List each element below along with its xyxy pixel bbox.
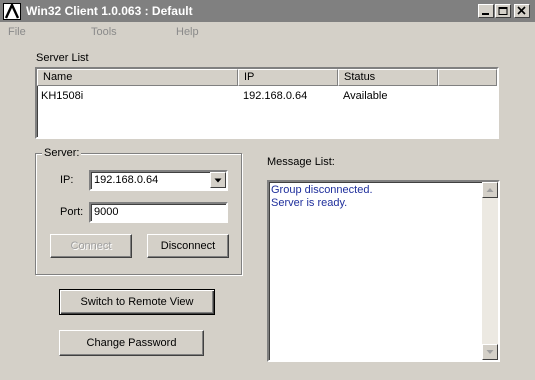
message-line: Group disconnected.	[271, 184, 373, 196]
ip-select[interactable]: 192.168.0.64	[89, 170, 228, 191]
maximize-button[interactable]	[495, 4, 511, 18]
minimize-button[interactable]	[478, 4, 494, 18]
ip-dropdown-button[interactable]	[210, 172, 226, 188]
scroll-down-button[interactable]	[482, 344, 498, 360]
switch-remote-view-button[interactable]: Switch to Remote View	[59, 289, 215, 315]
scroll-up-icon	[486, 188, 494, 192]
scroll-up-button[interactable]	[482, 182, 498, 198]
column-header-ip[interactable]: IP	[238, 69, 338, 86]
port-input[interactable]: 9000	[89, 202, 228, 223]
row-ip-cell: 192.168.0.64	[243, 90, 308, 102]
message-scrollbar[interactable]	[482, 182, 498, 360]
server-group-label: Server:	[42, 147, 82, 160]
message-list[interactable]: Group disconnected. Server is ready.	[267, 180, 500, 362]
column-header-status[interactable]: Status	[338, 69, 438, 86]
close-icon	[517, 6, 526, 15]
ip-select-value: 192.168.0.64	[94, 174, 159, 186]
server-list-label: Server List	[36, 52, 89, 64]
scroll-down-icon	[486, 350, 494, 354]
column-header-name[interactable]: Name	[37, 69, 238, 86]
message-line: Server is ready.	[271, 197, 348, 209]
menu-tools[interactable]: Tools	[91, 26, 117, 39]
change-password-button[interactable]: Change Password	[59, 330, 204, 356]
window-title: Win32 Client 1.0.063 : Default	[26, 4, 193, 18]
message-list-label: Message List:	[267, 156, 335, 168]
close-button[interactable]	[514, 4, 530, 18]
server-list[interactable]: Name IP Status KH1508i 192.168.0.64 Avai…	[35, 67, 499, 139]
maximize-icon	[498, 7, 508, 15]
port-label: Port:	[60, 206, 84, 218]
column-header-filler	[438, 69, 497, 86]
row-status-cell: Available	[343, 90, 388, 102]
menu-file[interactable]: File	[8, 26, 26, 39]
dropdown-arrow-icon	[214, 178, 222, 183]
app-logo-icon	[3, 2, 21, 20]
table-row[interactable]: KH1508i 192.168.0.64 Available	[37, 88, 497, 103]
ip-label: IP:	[60, 174, 74, 186]
disconnect-button[interactable]: Disconnect	[147, 234, 229, 258]
row-name-cell: KH1508i	[41, 90, 84, 102]
menu-help[interactable]: Help	[176, 26, 199, 39]
connect-button[interactable]: Connect	[50, 234, 132, 258]
minimize-icon	[482, 13, 489, 15]
